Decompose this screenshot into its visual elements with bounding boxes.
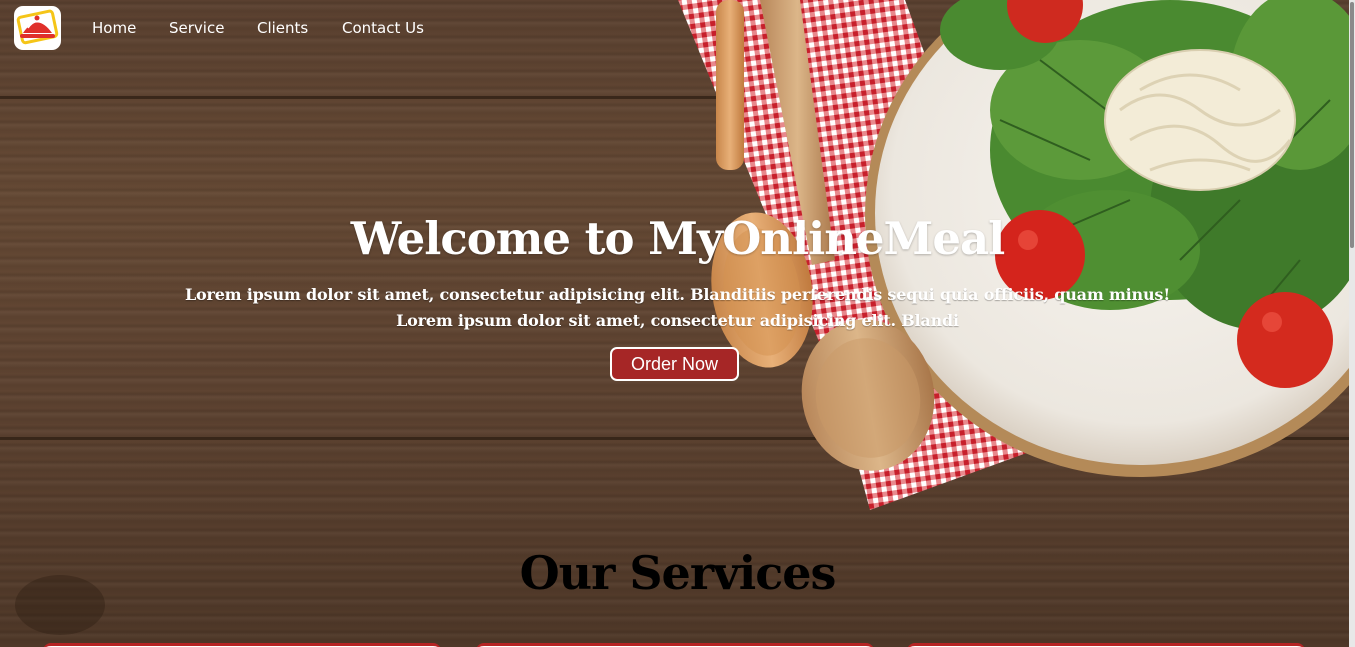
- service-card: [43, 643, 441, 647]
- logo[interactable]: [14, 6, 61, 50]
- nav-clients-link[interactable]: Clients: [257, 19, 308, 37]
- hero-title: Welcome to MyOnlineMeal: [350, 212, 1006, 265]
- scrollbar[interactable]: [1349, 0, 1355, 647]
- hero-text-line1: Lorem ipsum dolor sit amet, consectetur …: [184, 285, 1171, 304]
- nav-contact-link[interactable]: Contact Us: [342, 19, 424, 37]
- order-now-button[interactable]: Order Now: [610, 347, 739, 381]
- service-card: [907, 643, 1305, 647]
- navbar: Home Service Clients Contact Us: [0, 0, 1355, 58]
- nav-home-link[interactable]: Home: [92, 19, 136, 37]
- scrollbar-thumb[interactable]: [1350, 2, 1354, 248]
- service-card: [476, 643, 874, 647]
- hero-text-line2: Lorem ipsum dolor sit amet, consectetur …: [396, 311, 959, 330]
- services-title: Our Services: [519, 546, 837, 600]
- nav-service-link[interactable]: Service: [169, 19, 224, 37]
- food-cloche-icon: [16, 9, 59, 45]
- page: Home Service Clients Contact Us Welcome …: [0, 0, 1355, 647]
